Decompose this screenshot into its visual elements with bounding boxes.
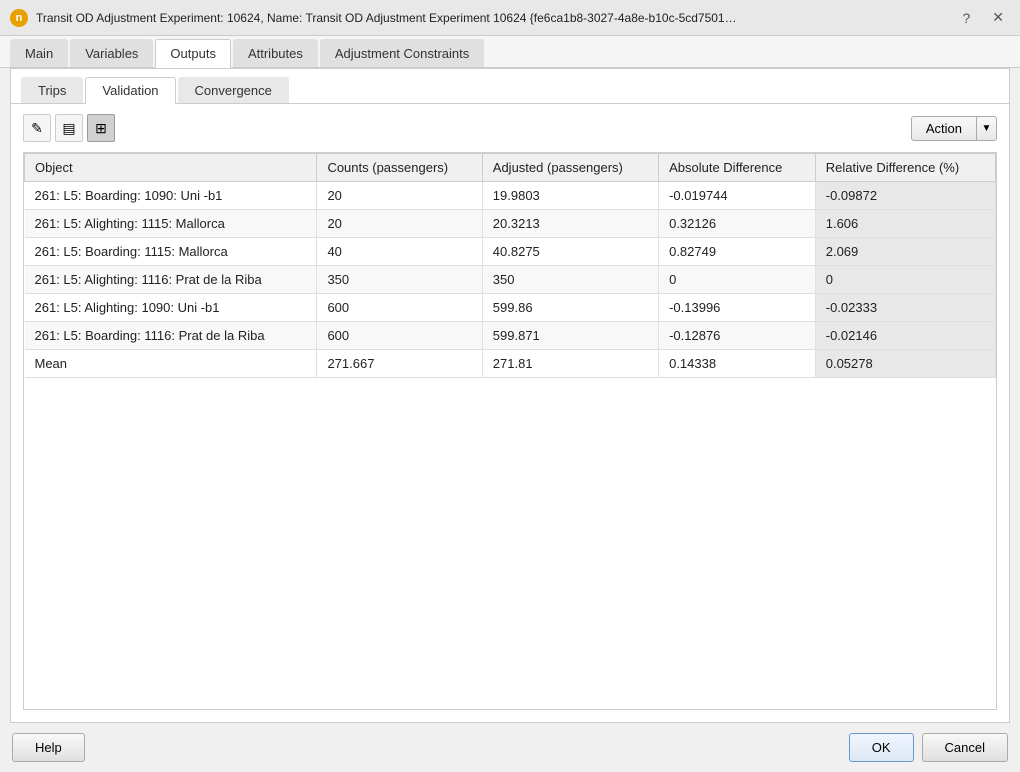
table-cell-2-2: 40.8275 [482,238,658,266]
table-cell-4-4: -0.02333 [815,294,995,322]
table-cell-3-0: 261: L5: Alighting: 1116: Prat de la Rib… [25,266,317,294]
toolbar-left: ✎ ▤ ⊞ [23,114,115,142]
sub-tab-bar: TripsValidationConvergence [11,69,1009,104]
table-cell-6-2: 271.81 [482,350,658,378]
col-header-4: Relative Difference (%) [815,154,995,182]
close-button[interactable]: ✕ [986,7,1010,28]
table-cell-2-3: 0.82749 [659,238,816,266]
sub-tab-trips[interactable]: Trips [21,77,83,103]
table-row: 261: L5: Boarding: 1115: Mallorca4040.82… [25,238,996,266]
table-cell-6-3: 0.14338 [659,350,816,378]
table-row: 261: L5: Alighting: 1115: Mallorca2020.3… [25,210,996,238]
table-cell-4-3: -0.13996 [659,294,816,322]
sub-tab-validation[interactable]: Validation [85,77,175,104]
table-cell-3-4: 0 [815,266,995,294]
table-cell-1-2: 20.3213 [482,210,658,238]
table-cell-2-0: 261: L5: Boarding: 1115: Mallorca [25,238,317,266]
grid-button[interactable]: ⊞ [87,114,115,142]
table-row: 261: L5: Alighting: 1116: Prat de la Rib… [25,266,996,294]
table-button[interactable]: ▤ [55,114,83,142]
table-cell-3-3: 0 [659,266,816,294]
col-header-2: Adjusted (passengers) [482,154,658,182]
table-row: 261: L5: Alighting: 1090: Uni -b1600599.… [25,294,996,322]
table-cell-2-4: 2.069 [815,238,995,266]
data-table-container[interactable]: ObjectCounts (passengers)Adjusted (passe… [23,152,997,710]
table-cell-3-2: 350 [482,266,658,294]
edit-button[interactable]: ✎ [23,114,51,142]
table-cell-4-1: 600 [317,294,482,322]
table-cell-6-4: 0.05278 [815,350,995,378]
table-cell-1-0: 261: L5: Alighting: 1115: Mallorca [25,210,317,238]
col-header-3: Absolute Difference [659,154,816,182]
table-cell-0-2: 19.9803 [482,182,658,210]
table-cell-6-1: 271.667 [317,350,482,378]
help-button[interactable]: ? [956,8,976,28]
table-cell-0-1: 20 [317,182,482,210]
table-cell-0-0: 261: L5: Boarding: 1090: Uni -b1 [25,182,317,210]
col-header-1: Counts (passengers) [317,154,482,182]
table-cell-4-0: 261: L5: Alighting: 1090: Uni -b1 [25,294,317,322]
main-tab-main[interactable]: Main [10,39,68,67]
content-area: TripsValidationConvergence ✎ ▤ ⊞ Action … [10,68,1010,723]
action-button[interactable]: Action [911,116,977,141]
table-row: 261: L5: Boarding: 1090: Uni -b12019.980… [25,182,996,210]
app-icon: n [10,9,28,27]
data-table: ObjectCounts (passengers)Adjusted (passe… [24,153,996,378]
table-cell-2-1: 40 [317,238,482,266]
table-row: 261: L5: Boarding: 1116: Prat de la Riba… [25,322,996,350]
window-title: Transit OD Adjustment Experiment: 10624,… [36,11,737,25]
table-cell-1-4: 1.606 [815,210,995,238]
col-header-0: Object [25,154,317,182]
main-tab-attributes[interactable]: Attributes [233,39,318,67]
main-tab-adjustment-constraints[interactable]: Adjustment Constraints [320,39,484,67]
table-cell-5-2: 599.871 [482,322,658,350]
table-cell-0-4: -0.09872 [815,182,995,210]
table-cell-5-1: 600 [317,322,482,350]
title-bar: n Transit OD Adjustment Experiment: 1062… [0,0,1020,36]
action-dropdown-button[interactable]: ▼ [977,116,997,141]
table-cell-5-0: 261: L5: Boarding: 1116: Prat de la Riba [25,322,317,350]
help-button[interactable]: Help [12,733,85,762]
action-button-wrapper: Action ▼ [911,116,997,141]
main-tab-variables[interactable]: Variables [70,39,153,67]
main-tab-outputs[interactable]: Outputs [155,39,231,68]
cancel-button[interactable]: Cancel [922,733,1008,762]
table-cell-3-1: 350 [317,266,482,294]
table-cell-0-3: -0.019744 [659,182,816,210]
table-row: Mean271.667271.810.143380.05278 [25,350,996,378]
table-header-row: ObjectCounts (passengers)Adjusted (passe… [25,154,996,182]
table-cell-1-1: 20 [317,210,482,238]
toolbar: ✎ ▤ ⊞ Action ▼ [11,104,1009,152]
table-cell-4-2: 599.86 [482,294,658,322]
bottom-bar: Help OK Cancel [0,723,1020,772]
table-body: 261: L5: Boarding: 1090: Uni -b12019.980… [25,182,996,378]
sub-tab-convergence[interactable]: Convergence [178,77,289,103]
table-cell-5-3: -0.12876 [659,322,816,350]
ok-button[interactable]: OK [849,733,914,762]
table-cell-6-0: Mean [25,350,317,378]
main-tab-bar: MainVariablesOutputsAttributesAdjustment… [0,36,1020,68]
table-cell-1-3: 0.32126 [659,210,816,238]
table-cell-5-4: -0.02146 [815,322,995,350]
